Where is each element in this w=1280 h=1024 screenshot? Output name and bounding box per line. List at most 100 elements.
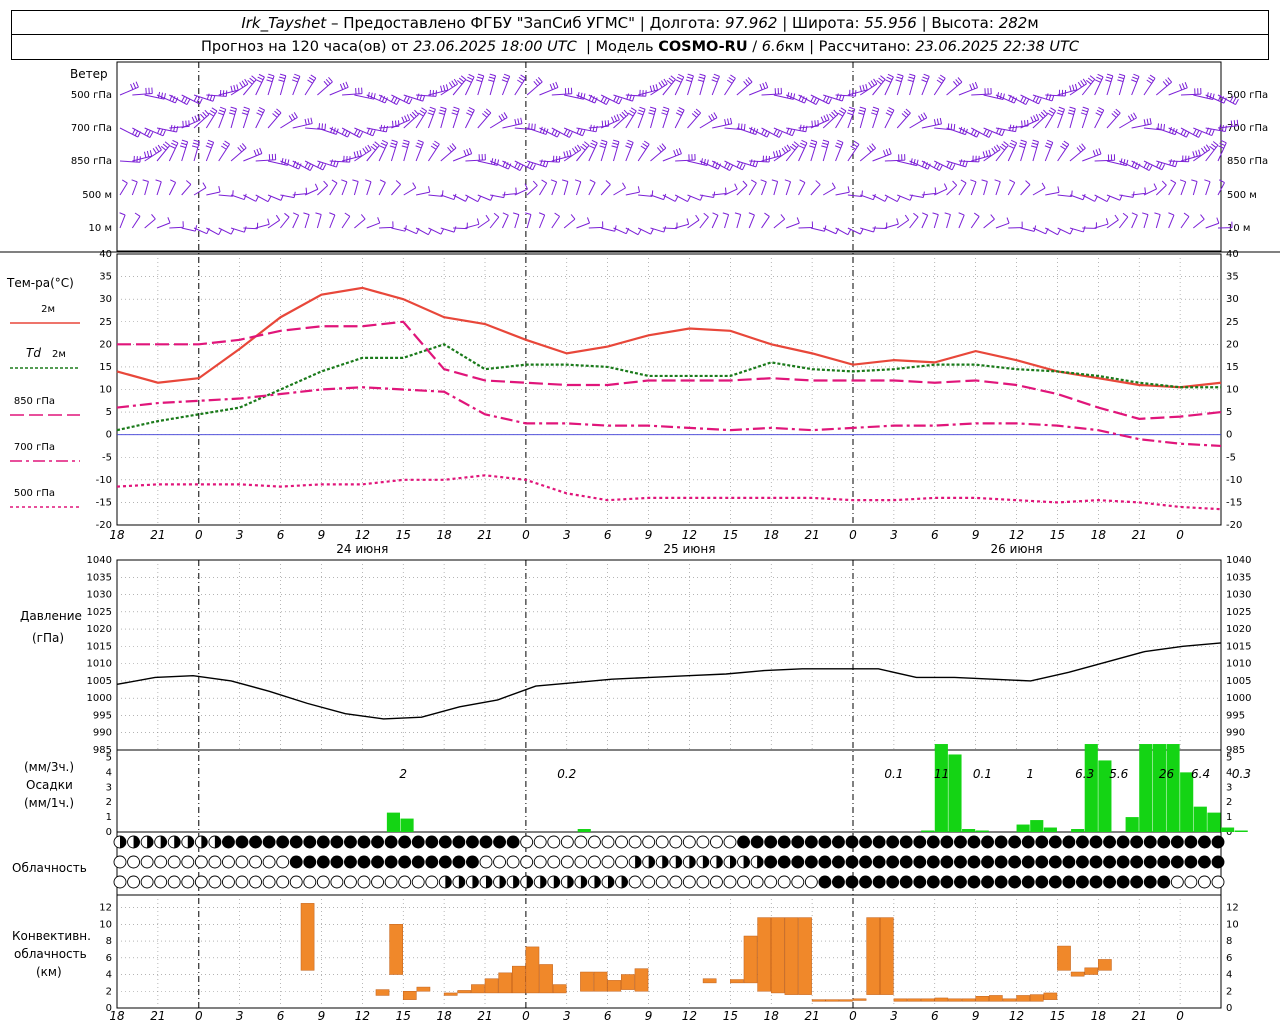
wind-barb <box>329 214 336 229</box>
wind-barb-feather <box>1047 139 1053 143</box>
cloud-cover-circle <box>709 875 723 889</box>
cloud-cover-fill <box>968 836 980 848</box>
temp-ytick: 25 <box>99 317 112 328</box>
wind-barb-feather <box>655 84 659 91</box>
wind-barb <box>440 194 455 201</box>
wind-barb-feather <box>1096 109 1103 114</box>
wind-barb <box>995 222 1010 229</box>
wind-barb-feather <box>708 115 713 122</box>
wind-barb-feather <box>267 76 274 80</box>
wind-barb-feather <box>169 145 176 149</box>
wind-barb-feather <box>555 81 559 88</box>
cloud-cover-fill <box>330 836 343 848</box>
pressure-ytick: 1000 <box>87 693 112 704</box>
cloud-cover-fill <box>702 856 709 868</box>
wind-barb <box>1069 194 1084 201</box>
wind-barb-feather <box>691 113 698 118</box>
wind-barb-feather <box>1209 92 1212 99</box>
pressure-ytick: 995 <box>1226 710 1245 721</box>
wind-barb <box>403 187 417 196</box>
wind-barb <box>995 181 1001 196</box>
wind-barb-feather <box>1044 145 1051 149</box>
wind-barb-feather <box>329 212 336 216</box>
wind-barb-feather <box>541 179 547 184</box>
x-tick-label: 6 <box>604 528 612 542</box>
wind-barb-feather <box>600 96 605 102</box>
wind-barb-feather <box>994 179 1001 183</box>
wind-barb-feather <box>885 79 892 83</box>
cloud-cover-fill <box>445 876 452 888</box>
wind-barb-feather <box>685 79 692 83</box>
wind-barb-feather <box>230 85 233 92</box>
wind-barb-feather <box>451 112 458 116</box>
wind-barb-feather <box>837 112 844 117</box>
wind-barb-feather <box>904 214 910 221</box>
wind-barb-feather <box>896 76 903 80</box>
wind-barb-feather <box>204 109 210 115</box>
wind-barb <box>316 214 322 229</box>
wind-barb-feather <box>517 118 520 125</box>
cloud-cover-fill <box>846 876 858 888</box>
wind-barb <box>1020 184 1031 196</box>
precip-bar <box>1234 830 1248 832</box>
wind-barb <box>131 216 141 229</box>
cloud-cover-fill <box>791 836 804 848</box>
cloud-cover-fill <box>398 856 411 868</box>
wind-barb-feather <box>1092 150 1096 157</box>
wind-barb <box>563 181 569 196</box>
wind-barb-feather <box>677 109 684 114</box>
wind-barb-feather <box>155 179 162 183</box>
cloud-cover-fill <box>439 856 452 868</box>
wind-barb-feather <box>822 139 829 143</box>
wind-barb-feather <box>771 179 778 182</box>
wind-barb-feather <box>179 145 186 149</box>
wind-barb-feather <box>477 73 484 77</box>
conv-ytick: 4 <box>106 970 112 981</box>
wind-barb-feather <box>242 109 249 113</box>
precip-total: 11 <box>934 767 949 781</box>
cloud-cover-fill <box>900 836 913 848</box>
wind-barb-feather <box>1146 163 1150 170</box>
cloud-cover-fill <box>940 876 953 888</box>
wind-level-label: 500 гПа <box>71 90 112 101</box>
wind-barb-feather <box>1221 125 1224 132</box>
cloud-cover-circle <box>655 875 669 889</box>
conv-cloud-bar <box>839 999 853 1002</box>
wind-barb-feather <box>932 212 939 216</box>
wind-barb-feather <box>390 96 395 102</box>
wind-barb-feather <box>457 79 463 85</box>
wind-barb-feather <box>876 79 882 85</box>
wind-barb-feather <box>1057 186 1060 193</box>
wind-barb-feather <box>1038 113 1044 119</box>
wind-barb-feather <box>896 196 901 202</box>
wind-barb-feather <box>637 186 641 193</box>
wind-level-label: 500 гПа <box>1227 90 1268 101</box>
legend-label: 500 гПа <box>14 488 55 499</box>
wind-barb <box>625 191 640 196</box>
wind-barb-feather <box>988 149 992 156</box>
wind-barb-feather <box>1001 129 1005 136</box>
wind-barb-feather <box>582 143 588 149</box>
wind-barb-feather <box>258 73 265 78</box>
wind-barb <box>588 226 603 229</box>
wind-barb-feather <box>550 179 557 183</box>
wind-barb-feather <box>1106 196 1111 202</box>
cloud-cover-fill <box>1035 836 1048 848</box>
wind-barb <box>1180 216 1190 229</box>
wind-barb-feather <box>1161 164 1166 170</box>
wind-barb-feather <box>1076 147 1082 153</box>
wind-barb-feather <box>791 143 798 149</box>
cloud-cover-fill <box>371 856 384 868</box>
wind-barb-feather <box>762 82 766 89</box>
wind-barb-feather <box>421 107 427 112</box>
wind-barb-feather <box>907 79 914 83</box>
wind-barb-feather <box>1087 77 1094 83</box>
wind-barb-feather <box>476 79 483 83</box>
x-tick-label: 12 <box>355 1009 370 1023</box>
wind-barb <box>736 214 742 229</box>
wind-barb-feather <box>1077 81 1082 88</box>
precip-bar <box>1043 827 1057 832</box>
precip-ytick: 2 <box>106 797 112 808</box>
wind-barb-feather <box>592 125 595 132</box>
clouds-title: Облачность <box>12 861 87 875</box>
